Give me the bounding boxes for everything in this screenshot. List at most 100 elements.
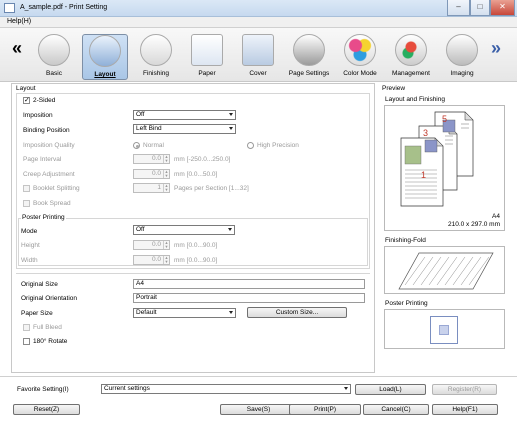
poster-image-icon: [439, 325, 449, 335]
custom-size-button[interactable]: Custom Size...: [247, 307, 347, 318]
title-bar: A_sample.pdf - Print Setting ‒ □ ✕: [0, 0, 517, 17]
menu-bar: Help(H): [0, 17, 517, 28]
tab-finishing-label: Finishing: [142, 70, 169, 77]
original-orientation-field: Portrait: [133, 293, 365, 303]
layout-preview-box: 5 3 1 A4 210.0 x 297.0 mm: [384, 105, 505, 231]
favorite-setting-select[interactable]: Current settings: [101, 384, 351, 394]
spinner-arrows-icon[interactable]: ▲ ▼: [163, 170, 169, 178]
normal-radio[interactable]: [133, 142, 140, 149]
tab-finishing[interactable]: Finishing: [133, 34, 179, 80]
binding-position-value: Left Bind: [136, 125, 162, 132]
app-icon: [4, 3, 15, 13]
poster-height-value: 0.0: [151, 241, 161, 248]
maximize-button[interactable]: □: [470, 0, 490, 16]
layout-finishing-label: Layout and Finishing: [385, 96, 445, 103]
full-bleed-label: Full Bleed: [33, 324, 62, 331]
paper-size-select[interactable]: Default: [133, 308, 236, 318]
favorite-setting-value: Current settings: [104, 385, 150, 392]
booklet-splitting-spinner[interactable]: 1 ▲ ▼: [133, 183, 170, 193]
full-bleed-checkbox[interactable]: [23, 324, 30, 331]
save-button[interactable]: Save(S): [220, 404, 297, 415]
minimize-button[interactable]: ‒: [447, 0, 470, 16]
spinner-arrows-icon[interactable]: ▲ ▼: [163, 241, 169, 249]
preview-paper-dims: 210.0 x 297.0 mm: [447, 221, 500, 228]
poster-height-spinner[interactable]: 0.0 ▲ ▼: [133, 240, 170, 250]
tab-paper-label: Paper: [198, 70, 216, 77]
two-sided-checkbox[interactable]: ✓: [23, 97, 30, 104]
page-interval-spinner[interactable]: 0.0 ▲ ▼: [133, 154, 170, 164]
tab-basic[interactable]: Basic: [31, 34, 77, 80]
management-icon: [395, 34, 427, 66]
creep-adjustment-spinner[interactable]: 0.0 ▲ ▼: [133, 169, 170, 179]
original-size-field: A4: [133, 279, 365, 289]
page-number-5: 5: [442, 114, 448, 124]
poster-width-value: 0.0: [151, 256, 161, 263]
fold-sheet-icon: [398, 252, 494, 290]
tab-imaging-label: Imaging: [450, 70, 474, 77]
tab-basic-label: Basic: [46, 70, 62, 77]
imposition-select[interactable]: Off: [133, 110, 236, 120]
booklet-splitting-range: Pages per Section [1...32]: [174, 185, 249, 192]
print-button[interactable]: Print(P): [289, 404, 361, 415]
tab-imaging[interactable]: Imaging: [439, 34, 485, 80]
book-spread-checkbox[interactable]: [23, 200, 30, 207]
imaging-icon: [446, 34, 478, 66]
divider: [16, 273, 370, 274]
cancel-button[interactable]: Cancel(C): [363, 404, 429, 415]
creep-adjustment-label: Creep Adjustment: [23, 171, 75, 178]
help-button[interactable]: Help(F1): [432, 404, 498, 415]
reset-button[interactable]: Reset(Z): [13, 404, 80, 415]
menu-help[interactable]: Help(H): [7, 18, 31, 25]
chevron-down-icon: [229, 113, 233, 116]
poster-printing-preview: [384, 309, 505, 349]
tab-layout[interactable]: Layout: [82, 34, 128, 80]
binding-position-select[interactable]: Left Bind: [133, 124, 236, 134]
layout-icon: [89, 35, 121, 67]
rotate-180-checkbox[interactable]: [23, 338, 30, 345]
spinner-arrows-icon[interactable]: ▲ ▼: [163, 184, 169, 192]
page-interval-label: Page Interval: [23, 156, 62, 163]
booklet-splitting-value: 1: [157, 184, 161, 191]
chevron-down-icon: [228, 228, 232, 231]
poster-width-spinner[interactable]: 0.0 ▲ ▼: [133, 255, 170, 265]
booklet-splitting-checkbox[interactable]: [23, 185, 30, 192]
tab-color-mode[interactable]: Color Mode: [337, 34, 383, 80]
tab-page-settings-label: Page Settings: [288, 70, 330, 77]
tab-management-label: Management: [392, 70, 430, 77]
page-interval-range: mm [-250.0...250.0]: [174, 156, 231, 163]
load-button[interactable]: Load(L): [355, 384, 426, 395]
register-button[interactable]: Register(R): [432, 384, 497, 395]
spinner-arrows-icon[interactable]: ▲ ▼: [163, 155, 169, 163]
paper-size-label: Paper Size: [21, 310, 53, 317]
tabs-prev-arrow-icon[interactable]: «: [12, 38, 22, 59]
tab-management[interactable]: Management: [388, 34, 434, 80]
finishing-fold-preview: [384, 246, 505, 294]
normal-radio-label: Normal: [143, 142, 164, 149]
page-number-3: 3: [423, 128, 429, 138]
tabs-next-arrow-icon[interactable]: »: [491, 38, 501, 59]
poster-mode-select[interactable]: Off: [133, 225, 235, 235]
poster-height-range: mm [0.0...90.0]: [174, 242, 218, 249]
divider: [0, 376, 517, 377]
tab-cover-label: Cover: [249, 70, 267, 77]
spinner-arrows-icon[interactable]: ▲ ▼: [163, 256, 169, 264]
finishing-icon: [140, 34, 172, 66]
layout-group-title: Layout: [16, 85, 36, 92]
original-orientation-label: Original Orientation: [21, 295, 77, 302]
rotate-180-label: 180° Rotate: [33, 338, 68, 345]
paper-size-value: Default: [136, 309, 157, 316]
chevron-down-icon: [229, 127, 233, 130]
poster-printing-title: Poster Printing: [21, 214, 66, 221]
high-precision-radio[interactable]: [247, 142, 254, 149]
tab-page-settings[interactable]: Page Settings: [286, 34, 332, 80]
chevron-down-icon: [229, 311, 233, 314]
book-spread-label: Book Spread: [33, 200, 71, 207]
tab-cover[interactable]: Cover: [235, 34, 281, 80]
cover-icon: [242, 34, 274, 66]
imposition-label: Imposition: [23, 112, 53, 119]
stacked-pages-icon: [400, 111, 474, 207]
tab-color-mode-label: Color Mode: [343, 70, 377, 77]
close-button[interactable]: ✕: [490, 0, 515, 16]
page-interval-value: 0.0: [151, 155, 161, 162]
tab-paper[interactable]: Paper: [184, 34, 230, 80]
